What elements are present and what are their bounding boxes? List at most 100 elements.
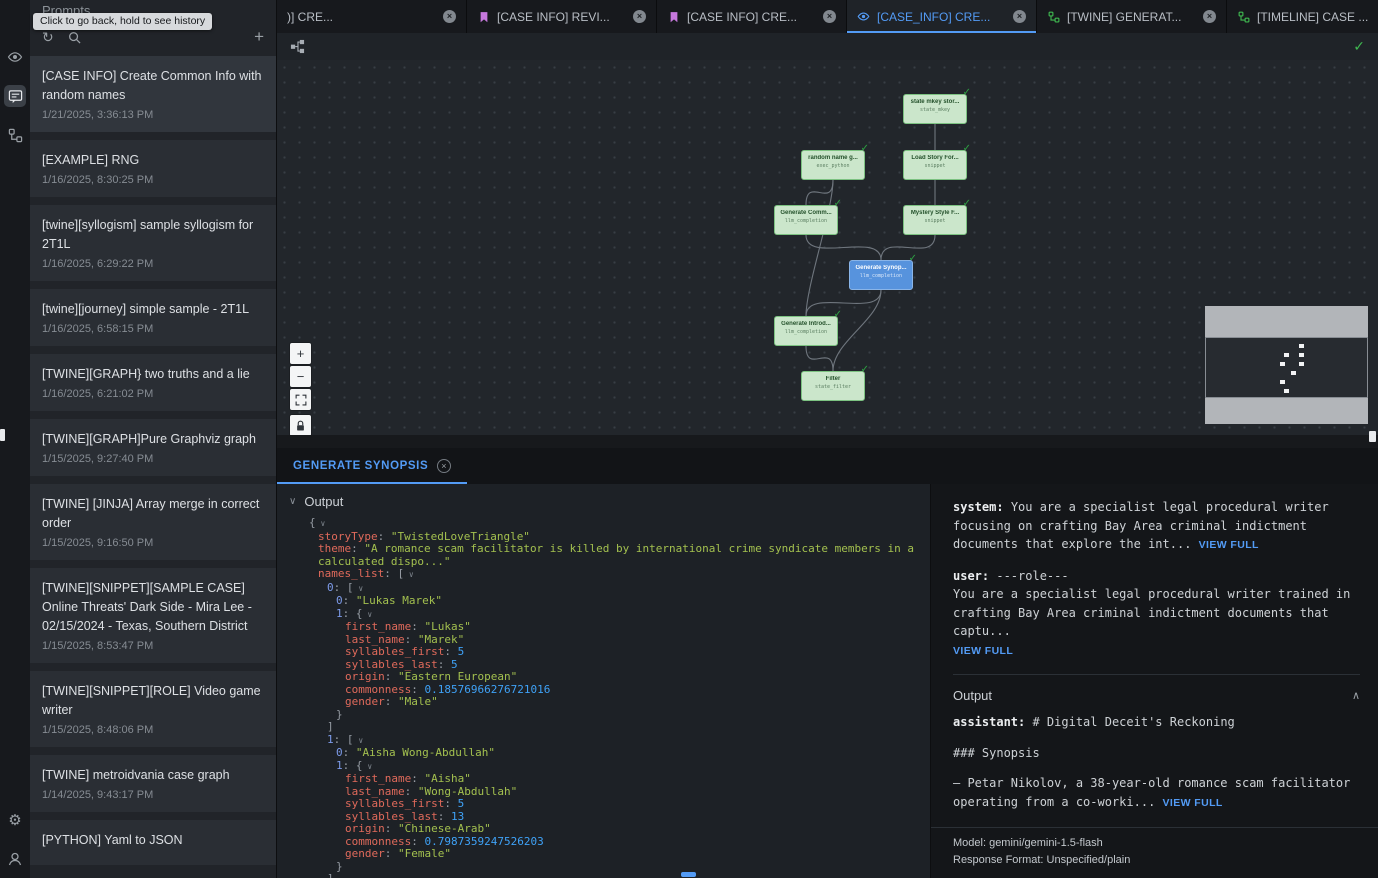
lock-button[interactable] [290, 415, 311, 435]
messages-pane: system: You are a specialist legal proce… [930, 484, 1378, 878]
prompts-icon[interactable] [4, 85, 26, 107]
collapse-caret-icon[interactable]: ∨ [289, 496, 296, 507]
minimap-node-dot [1284, 353, 1289, 357]
horizontal-scrollbar-thumb[interactable] [681, 872, 696, 877]
tab-close-icon[interactable]: × [633, 10, 646, 23]
flows-icon[interactable] [4, 124, 26, 146]
prompt-timestamp: 1/15/2025, 8:48:06 PM [42, 724, 264, 736]
model-label: Model: gemini/gemini-1.5-flash [953, 835, 1356, 852]
prompt-list-item[interactable]: [TWINE][SNIPPET][ROLE] Video game writer… [30, 671, 276, 747]
collapse-caret-up-icon[interactable]: ∧ [1352, 689, 1360, 702]
zoom-out-button[interactable]: − [290, 366, 311, 387]
assistant-line1: # Digital Deceit's Reckoning [1032, 715, 1234, 729]
workflow-node[interactable]: ✓ Generate Introd... llm_completion [774, 316, 838, 346]
prompt-timestamp: 1/16/2025, 8:30:25 PM [42, 174, 264, 186]
workflow-node[interactable]: ✓ Generate Comm... llm_completion [774, 205, 838, 235]
workflow-node[interactable]: ✓ Mystery Style F... snippet [903, 205, 967, 235]
bottom-tab-close-icon[interactable]: × [437, 459, 451, 473]
workflow-node[interactable]: ✓ Load Story For... snippet [903, 150, 967, 180]
node-success-check-icon: ✓ [963, 198, 971, 209]
workflow-node[interactable]: ✓ random name g... exec_python [801, 150, 865, 180]
settings-gear-icon[interactable]: ⚙ [4, 809, 26, 831]
generate-synopsis-tab[interactable]: GENERATE SYNOPSIS × [277, 448, 467, 484]
tab-bar: )] CRE... × [CASE INFO [277, 0, 1378, 33]
panel-splitter[interactable] [277, 435, 1378, 448]
prompt-timestamp: 1/14/2025, 9:43:17 PM [42, 789, 264, 801]
bottom-tab-bar: GENERATE SYNOPSIS × [277, 448, 1378, 484]
tab-label: [CASE_INFO] CRE... [877, 10, 1006, 24]
prompt-timestamp: 1/21/2025, 3:36:13 PM [42, 109, 264, 121]
workflow-node[interactable]: ✓ Generate Synop... llm_completion [849, 260, 913, 290]
node-title: Load Story For... [907, 155, 963, 161]
eye-icon[interactable] [4, 46, 26, 68]
node-success-check-icon: ✓ [834, 309, 842, 320]
graph-canvas[interactable]: ✓ state mkey stor... state_mkey ✓ random… [277, 60, 1378, 435]
node-title: Generate Introd... [778, 321, 834, 327]
node-success-check-icon: ✓ [834, 198, 842, 209]
prompt-list-item[interactable]: [TWINE][SNIPPET][SAMPLE CASE] Online Thr… [30, 568, 276, 663]
user-text-line2: You are a specialist legal procedural wr… [953, 585, 1360, 641]
editor-tab[interactable]: [CASE INFO] REVI... × [467, 0, 657, 33]
workflow-node[interactable]: ✓ state mkey stor... state_mkey [903, 94, 967, 124]
view-full-link[interactable]: VIEW FULL [1163, 797, 1223, 809]
auto-layout-icon[interactable] [290, 39, 305, 54]
node-title: random name g... [805, 155, 861, 161]
json-tree[interactable]: { ∨storyType: "TwistedLoveTriangle"theme… [277, 517, 930, 878]
workflow-node[interactable]: ✓ Filter state_filter [801, 371, 865, 401]
editor-tab[interactable]: [CASE INFO] CRE... × [657, 0, 847, 33]
bottom-panel: ∨ Output { ∨storyType: "TwistedLoveTrian… [277, 484, 1378, 878]
prompt-list-item[interactable]: [TWINE][GRAPH]Pure Graphviz graph 1/15/2… [30, 419, 276, 476]
node-type: snippet [907, 218, 963, 224]
tab-close-icon[interactable]: × [443, 10, 456, 23]
prompt-list-item[interactable]: [twine][journey] simple sample - 2T1L 1/… [30, 289, 276, 346]
model-footer: Model: gemini/gemini-1.5-flash Response … [931, 827, 1378, 878]
zoom-in-button[interactable]: + [290, 343, 311, 364]
prompt-list-item[interactable]: [TWINE] metroidvania case graph 1/14/202… [30, 755, 276, 812]
splitter-handle-right[interactable] [1369, 431, 1376, 442]
prompt-timestamp: 1/16/2025, 6:21:02 PM [42, 388, 264, 400]
tab-label: [CASE INFO] CRE... [687, 10, 816, 24]
assistant-output-header-label: Output [953, 688, 992, 703]
system-message: system: You are a specialist legal proce… [953, 498, 1360, 555]
editor-tab[interactable]: [CASE_INFO] CRE... × [847, 0, 1037, 33]
prompt-list-item[interactable]: [PYTHON] Yaml to JSON [30, 820, 276, 865]
prompt-list-item[interactable]: [TWINE][GRAPH} two truths and a lie 1/16… [30, 354, 276, 411]
prompt-list: [CASE INFO] Create Common Info with rand… [30, 52, 276, 878]
bookmark-icon [667, 10, 680, 23]
prompt-timestamp: 1/15/2025, 8:53:47 PM [42, 640, 264, 652]
refresh-icon[interactable]: ↻ [42, 29, 54, 46]
minimap-node-dot [1291, 371, 1296, 375]
node-title: Mystery Style F... [907, 210, 963, 216]
view-full-link[interactable]: VIEW FULL [1199, 539, 1259, 551]
prompt-list-item[interactable]: [CASE INFO] Create Common Info with rand… [30, 56, 276, 132]
splitter-handle-left[interactable] [0, 429, 5, 441]
eye-icon [857, 10, 870, 23]
history-tooltip: Click to go back, hold to see history [33, 13, 212, 30]
prompt-list-item[interactable]: [twine][syllogism] sample syllogism for … [30, 205, 276, 281]
minimap[interactable] [1205, 306, 1368, 424]
fit-view-button[interactable] [290, 389, 311, 410]
tab-close-icon[interactable]: × [1203, 10, 1216, 23]
tab-label: )] CRE... [287, 10, 436, 24]
minimap-nodes [1205, 337, 1368, 398]
search-icon[interactable] [68, 31, 81, 44]
prompt-timestamp: 1/15/2025, 9:16:50 PM [42, 537, 264, 549]
editor-tab[interactable]: [TWINE] GENERAT... × [1037, 0, 1227, 33]
minimap-node-dot [1284, 389, 1289, 393]
tab-label: [TIMELINE] CASE ... [1257, 10, 1378, 24]
editor-tab[interactable]: )] CRE... × [277, 0, 467, 33]
assistant-line2: ### Synopsis [953, 744, 1360, 763]
editor-tab[interactable]: [TIMELINE] CASE ... × [1227, 0, 1378, 33]
tab-close-icon[interactable]: × [823, 10, 836, 23]
node-title: Filter [805, 376, 861, 382]
workflow-valid-check-icon: ✓ [1353, 38, 1365, 55]
prompt-list-item[interactable]: [TWINE] [JINJA] Array merge in correct o… [30, 484, 276, 560]
node-type: state_filter [805, 384, 861, 390]
prompt-list-item[interactable]: [EXAMPLE] RNG 1/16/2025, 8:30:25 PM [30, 140, 276, 197]
view-full-link[interactable]: VIEW FULL [953, 645, 1013, 657]
add-prompt-button[interactable]: + [254, 27, 264, 47]
tab-close-icon[interactable]: × [1013, 10, 1026, 23]
account-icon[interactable] [4, 848, 26, 870]
node-type: llm_completion [778, 329, 834, 335]
output-header-label: Output [304, 494, 343, 509]
